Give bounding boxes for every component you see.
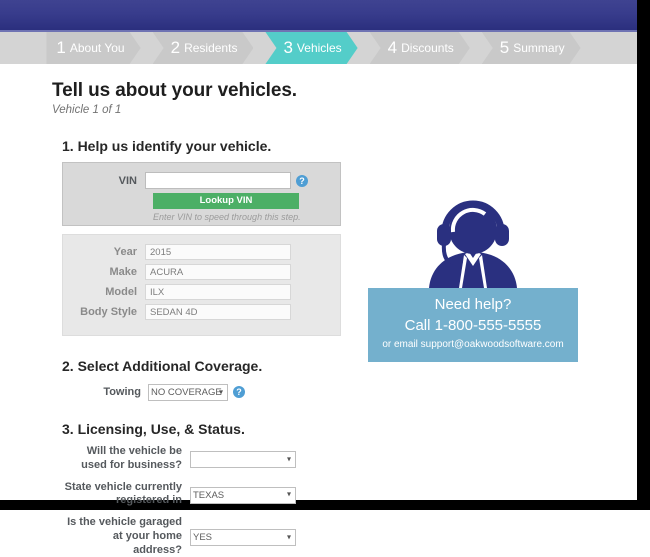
model-value[interactable]: ILX [145, 284, 291, 300]
wizard-step-summary[interactable]: 5 Summary [482, 32, 581, 64]
step-number: 2 [170, 37, 181, 57]
wizard-steps-bar: 1 About You 2 Residents 3 Vehicles 4 Dis… [0, 32, 637, 64]
need-help-email: or email support@oakwoodsoftware.com [382, 339, 564, 350]
section-3: 3. Licensing, Use, & Status. Will the ve… [52, 421, 637, 557]
business-use-row: Will the vehicle be used for business? [62, 445, 637, 473]
page-subtitle: Vehicle 1 of 1 [52, 104, 122, 116]
vin-input[interactable] [145, 172, 291, 189]
step-number: 1 [56, 37, 66, 57]
need-help-box: Need help? Call 1-800-555-5555 or email … [368, 288, 578, 362]
wizard-step-discounts[interactable]: 4 Discounts [370, 32, 470, 64]
lookup-vin-button[interactable]: Lookup VIN [153, 193, 299, 209]
towing-label: Towing [103, 385, 141, 398]
browser-window: 1 About You 2 Residents 3 Vehicles 4 Dis… [0, 0, 650, 556]
garaged-at-home-select[interactable]: YES [190, 529, 296, 547]
registration-state-select[interactable]: TEXAS [190, 486, 296, 504]
year-value[interactable]: 2015 [145, 244, 291, 260]
step-number: 4 [387, 37, 398, 57]
towing-row: Towing NO COVERAGE ? [62, 382, 637, 401]
wizard-step-vehicles[interactable]: 3 Vehicles [265, 32, 357, 64]
make-field-row: Make ACURA [63, 264, 340, 280]
garaged-at-home-select-wrap: YES [190, 527, 296, 547]
towing-select[interactable]: NO COVERAGE [148, 384, 228, 401]
business-use-select[interactable] [190, 451, 296, 469]
support-agent-headset-icon [429, 200, 517, 288]
vin-label: VIN [118, 174, 137, 187]
body-style-label: Body Style [80, 306, 137, 318]
garaged-at-home-label: Is the vehicle garaged at your home addr… [67, 516, 182, 556]
year-label: Year [113, 246, 137, 258]
need-help-card: Need help? Call 1-800-555-5555 or email … [368, 192, 578, 362]
garaged-at-home-row: Is the vehicle garaged at your home addr… [62, 516, 637, 557]
vin-help-icon[interactable]: ? [296, 174, 308, 187]
step-label: About You [69, 41, 125, 55]
registration-state-select-wrap: TEXAS [190, 485, 296, 504]
vin-lookup-panel: VIN ? Lookup VIN Enter VIN to speed thro… [62, 162, 341, 226]
page-title: Tell us about your vehicles. [52, 80, 297, 101]
year-field-row: Year 2015 [63, 244, 340, 260]
body-style-value[interactable]: SEDAN 4D [145, 304, 291, 320]
step-label: Residents [184, 41, 238, 55]
wizard-step-residents[interactable]: 2 Residents [153, 32, 254, 64]
make-label: Make [109, 266, 137, 278]
model-field-row: Model ILX [63, 284, 340, 300]
registration-state-label: State vehicle currently registered in [64, 480, 182, 507]
step-label: Summary [513, 41, 565, 55]
step-label: Vehicles [296, 41, 342, 55]
wizard-step-about-you[interactable]: 1 About You [46, 32, 140, 64]
section-1-title: 1. Help us identify your vehicle. [62, 138, 272, 154]
step-number: 3 [283, 37, 293, 57]
body-style-field-row: Body Style SEDAN 4D [63, 304, 340, 320]
vin-hint-text: Enter VIN to speed through this step. [153, 212, 301, 222]
step-number: 5 [499, 37, 510, 57]
need-help-phone: Call 1-800-555-5555 [404, 317, 542, 334]
business-use-label: Will the vehicle be used for business? [81, 445, 182, 471]
need-help-heading: Need help? [434, 296, 512, 313]
wizard-steps-list: 1 About You 2 Residents 3 Vehicles 4 Dis… [46, 32, 592, 64]
towing-help-icon[interactable]: ? [233, 385, 245, 398]
section-3-title: 3. Licensing, Use, & Status. [62, 421, 245, 437]
section-2: 2. Select Additional Coverage. Towing NO… [52, 358, 637, 401]
registration-state-row: State vehicle currently registered in TE… [62, 481, 637, 509]
vehicle-details-panel: Year 2015 Make ACURA Model ILX Body Styl… [62, 234, 341, 336]
towing-select-wrap: NO COVERAGE [148, 382, 228, 401]
business-use-select-wrap [190, 449, 296, 469]
brand-header-bar [0, 0, 637, 32]
model-label: Model [105, 286, 137, 298]
page-content: Tell us about your vehicles. Vehicle 1 o… [0, 64, 637, 556]
make-value[interactable]: ACURA [145, 264, 291, 280]
step-label: Discounts [401, 41, 454, 55]
vin-field-row: VIN ? [63, 172, 340, 189]
